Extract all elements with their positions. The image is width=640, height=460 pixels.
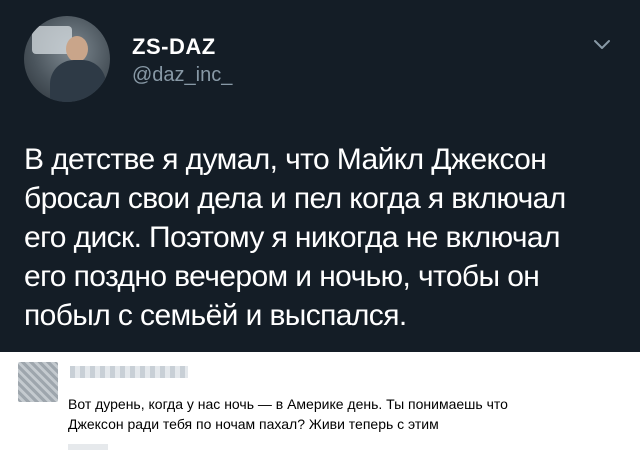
chevron-down-icon[interactable]	[592, 38, 612, 52]
tweet-card: ZS-DAZ @daz_inc_ В детстве я думал, что …	[0, 0, 640, 352]
tweet-text-line: его поздно вечером и ночью, чтобы он	[24, 260, 540, 293]
comment-avatar[interactable]	[18, 362, 58, 402]
avatar-head	[66, 36, 88, 62]
comment-text-line: Вот дурень, когда у нас ночь — в Америке…	[68, 396, 508, 412]
tweet-text-line: бросал свои дела и пел когда я включал	[24, 182, 566, 215]
avatar-body	[50, 60, 106, 102]
tweet-avatar[interactable]	[24, 16, 110, 102]
comment-text-line: Джексон ради тебя по ночам пахал? Живи т…	[68, 416, 439, 432]
tweet-text-line: В детстве я думал, что Майкл Джексон	[24, 143, 547, 176]
comment: Вот дурень, когда у нас ночь — в Америке…	[0, 352, 640, 460]
comment-author-redacted	[70, 366, 188, 378]
comment-footer-redacted	[68, 444, 108, 450]
display-name[interactable]: ZS-DAZ	[132, 34, 216, 60]
tweet-text-line: его диск. Поэтому я никогда не включал	[24, 221, 560, 254]
user-handle[interactable]: @daz_inc_	[132, 64, 232, 87]
comment-text: Вот дурень, когда у нас ночь — в Америке…	[68, 394, 628, 434]
tweet-text-line: побыл с семьёй и выспался.	[24, 299, 407, 332]
tweet-text: В детстве я думал, что Майкл Джексон бро…	[24, 140, 624, 335]
